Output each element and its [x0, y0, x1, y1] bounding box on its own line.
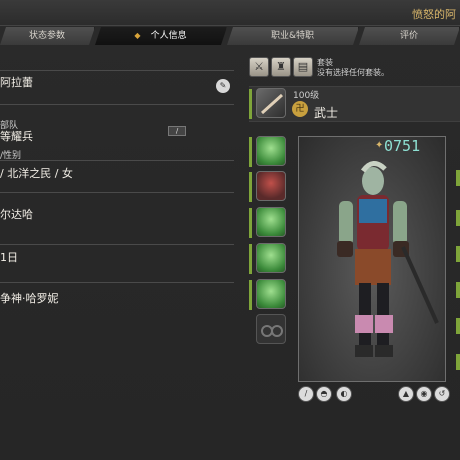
right-slot-edge — [456, 282, 460, 298]
head-slot[interactable] — [256, 136, 286, 166]
katana-icon — [260, 93, 284, 115]
job-name: 武士 — [314, 106, 339, 120]
right-slot-edge — [456, 354, 460, 370]
headgear-toggle[interactable]: ◓ — [316, 386, 332, 402]
slot-condition-bar — [249, 280, 252, 310]
tab-bar: 状态参数 ◆ 个人信息 职业&特职 评价 — [0, 27, 460, 45]
gearset-status: 没有选择任何套装。 — [317, 68, 389, 77]
weapon-drawn-toggle[interactable]: / — [298, 386, 314, 402]
main-weapon-slot[interactable] — [256, 88, 286, 118]
body-slot[interactable] — [256, 171, 286, 201]
race-gender-value: / 北洋之民 / 女 — [0, 167, 73, 180]
edit-name-button[interactable]: ✎ — [216, 79, 230, 93]
tab-attributes[interactable]: 状态参数 — [0, 27, 95, 45]
slot-condition-bar — [249, 244, 252, 274]
slot-condition-bar — [249, 137, 252, 167]
divider — [0, 104, 234, 105]
deity-value: 争神·哈罗妮 — [0, 292, 59, 305]
selected-tab-marker-icon: ◆ — [134, 31, 141, 40]
divider — [0, 244, 234, 245]
hands-slot[interactable] — [256, 207, 286, 237]
divider — [0, 192, 234, 193]
gear-compare-button[interactable]: ⚔ — [249, 57, 269, 77]
character-model — [337, 161, 439, 357]
camera-reset-button[interactable]: ▲ — [398, 386, 414, 402]
rotate-button[interactable]: ◉ — [416, 386, 432, 402]
feet-slot[interactable] — [256, 279, 286, 309]
visor-toggle[interactable]: ◐ — [336, 386, 352, 402]
divider — [0, 70, 234, 71]
job-level: 100级 — [293, 91, 320, 101]
tab-profile[interactable]: ◆ 个人信息 — [95, 27, 227, 45]
right-slot-edge — [456, 210, 460, 226]
divider — [0, 160, 234, 161]
right-slot-edge — [456, 246, 460, 262]
window-title: 愤怒的阿 — [412, 8, 456, 21]
undo-button[interactable]: ↺ — [434, 386, 450, 402]
legs-slot[interactable] — [256, 243, 286, 273]
company-value: 等耀兵 — [0, 130, 33, 143]
nameday-value: 1日 — [0, 251, 18, 264]
glasses-icon — [261, 325, 283, 337]
character-window: 愤怒的阿 状态参数 ◆ 个人信息 职业&特职 评价 阿拉蕾 ✎ 部队 等耀兵 / … — [0, 0, 460, 460]
guardian-value: 尔达哈 — [0, 208, 33, 221]
window-titlebar[interactable]: 愤怒的阿 — [0, 0, 460, 26]
tab-evaluation-label: 评价 — [399, 31, 418, 41]
slot-condition-bar — [249, 172, 252, 202]
tab-profile-label: 个人信息 — [150, 31, 187, 41]
tab-classes-jobs-label: 职业&特职 — [270, 31, 315, 41]
tab-attributes-label: 状态参数 — [28, 31, 65, 41]
item-level-value: 0751 — [384, 137, 421, 155]
glamour-button[interactable]: ♜ — [271, 57, 291, 77]
samurai-job-icon: 卍 — [292, 101, 308, 117]
character-portrait[interactable] — [298, 136, 446, 382]
gearset-list-button[interactable]: ▤ — [293, 57, 313, 77]
profile-panel: 阿拉蕾 ✎ 部队 等耀兵 / /性别 / 北洋之民 / 女 尔达哈 1日 争神·… — [0, 52, 234, 460]
tab-classes-jobs[interactable]: 职业&特职 — [227, 27, 359, 45]
right-slot-edge — [456, 318, 460, 334]
tab-evaluation[interactable]: 评价 — [359, 27, 460, 45]
slot-condition-bar — [249, 89, 252, 119]
facewear-slot[interactable] — [256, 314, 286, 344]
character-name: 阿拉蕾 — [0, 76, 33, 89]
company-info-button[interactable]: / — [168, 126, 186, 136]
right-slot-edge — [456, 170, 460, 186]
divider — [0, 282, 234, 283]
slot-condition-bar — [249, 208, 252, 238]
item-level-icon: ✦ — [375, 140, 384, 151]
